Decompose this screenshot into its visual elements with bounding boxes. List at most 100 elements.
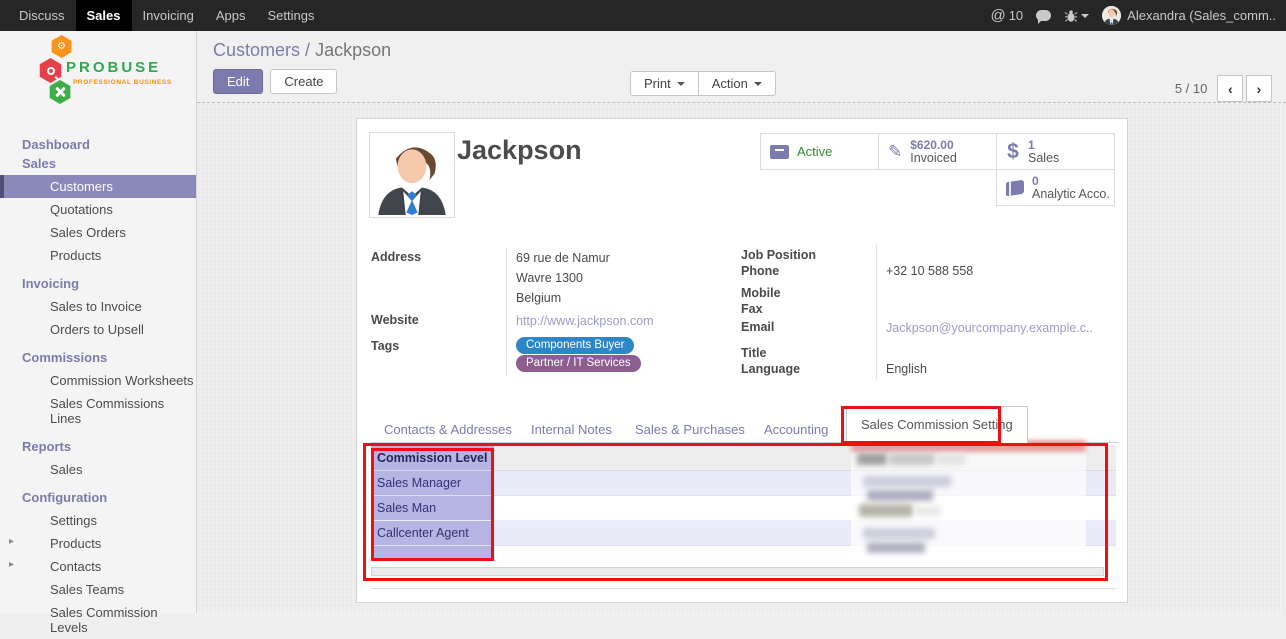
address-line-3: Belgium [516, 291, 561, 305]
chat-bubble-icon[interactable] [1036, 10, 1051, 21]
pager-previous-button[interactable]: ‹ [1217, 75, 1243, 102]
job-position-label: Job Position [741, 248, 816, 262]
chevron-down-icon [1081, 14, 1089, 22]
email-link[interactable]: Jackpson@yourcompany.example.c.. [886, 321, 1093, 335]
magnifier-hexagon-icon [38, 58, 63, 83]
sidebar-item-products[interactable]: Products [0, 244, 196, 267]
analytic-accounts-stat-button[interactable]: 0 Analytic Acco... [996, 169, 1115, 206]
commission-levels-table: Commission Level Sales Manager Sales Man… [371, 445, 1116, 576]
edit-button[interactable]: Edit [213, 69, 263, 94]
invoiced-value: $620.00 [910, 139, 957, 152]
tools-hexagon-icon [48, 80, 72, 104]
notebook-tabs: Contacts & Addresses Internal Notes Sale… [371, 416, 1119, 443]
tab-accounting[interactable]: Accounting [764, 422, 828, 437]
stat-buttons: Active ✎ $620.00 Invoiced $ [759, 133, 1115, 206]
analytic-label: Analytic Acco... [1032, 188, 1110, 201]
menu-apps[interactable]: Apps [205, 0, 257, 31]
dollar-icon: $ [1006, 140, 1020, 164]
expand-caret-icon: ▸ [9, 559, 14, 570]
sales-stat-button[interactable]: $ 1 Sales [996, 133, 1115, 170]
sidebar-item-sales-to-invoice[interactable]: Sales to Invoice [0, 295, 196, 318]
breadcrumb-customers-link[interactable]: Customers [213, 40, 300, 60]
sidebar-item-reports-sales[interactable]: Sales [0, 458, 196, 481]
tab-sales-purchases[interactable]: Sales & Purchases [635, 422, 745, 437]
sidebar-item-settings[interactable]: Settings [0, 509, 196, 532]
menu-discuss[interactable]: Discuss [8, 0, 76, 31]
phone-label: Phone [741, 264, 779, 278]
sidebar-item-customers[interactable]: Customers [0, 175, 196, 198]
table-row[interactable]: Sales Man [371, 496, 1116, 521]
breadcrumb-separator: / [305, 40, 310, 60]
sidebar-header-reports[interactable]: Reports [0, 430, 196, 458]
record-title: Jackpson [457, 135, 582, 166]
table-row[interactable]: Sales Manager [371, 471, 1116, 496]
sidebar-header-dashboard[interactable]: Dashboard [0, 133, 196, 156]
tab-contacts-addresses[interactable]: Contacts & Addresses [384, 422, 512, 437]
record-pager: 5 / 10 ‹ › [1175, 75, 1272, 102]
invoiced-label: Invoiced [910, 152, 957, 165]
website-label: Website [371, 313, 419, 327]
address-label: Address [371, 250, 421, 264]
debug-menu[interactable] [1064, 9, 1089, 23]
sidebar-header-sales[interactable]: Sales [0, 156, 196, 175]
field-separator [876, 245, 877, 379]
sidebar-header-invoicing[interactable]: Invoicing [0, 267, 196, 295]
active-stat-button[interactable]: Active [760, 133, 879, 170]
table-row[interactable]: Callcenter Agent [371, 521, 1116, 546]
sidebar: ⚙ PROBUSE PROFESSIONAL BUSINESS Dashboar… [0, 31, 197, 613]
pencil-icon: ✎ [888, 142, 902, 162]
sidebar-item-quotations[interactable]: Quotations [0, 198, 196, 221]
sidebar-item-sales-orders[interactable]: Sales Orders [0, 221, 196, 244]
table-header-row: Commission Level [371, 445, 1116, 471]
email-label: Email [741, 320, 774, 334]
top-navigation-bar: Discuss Sales Invoicing Apps Settings @ … [0, 0, 1286, 31]
mentions-counter[interactable]: @ 10 [990, 7, 1023, 24]
tags-label: Tags [371, 339, 399, 353]
sidebar-item-config-contacts[interactable]: ▸ Contacts [0, 555, 196, 578]
logo-name: PROBUSE [66, 59, 161, 76]
menu-sales[interactable]: Sales [76, 0, 132, 31]
user-menu[interactable]: Alexandra (Sales_comm.. [1102, 6, 1276, 25]
tag-components-buyer: Components Buyer [516, 337, 634, 354]
sidebar-item-config-products[interactable]: ▸ Products [0, 532, 196, 555]
fax-label: Fax [741, 302, 763, 316]
sidebar-item-sales-commission-levels[interactable]: Sales Commission Levels [0, 601, 196, 639]
field-separator [506, 247, 507, 377]
pager-next-button[interactable]: › [1246, 75, 1272, 102]
sales-count-label: Sales [1028, 152, 1059, 165]
sidebar-item-sales-commissions-lines[interactable]: Sales Commissions Lines [0, 392, 196, 430]
language-value: English [886, 362, 927, 376]
customer-photo [369, 132, 455, 218]
sidebar-item-orders-to-upsell[interactable]: Orders to Upsell [0, 318, 196, 341]
expand-caret-icon: ▸ [9, 536, 14, 547]
action-label: Action [712, 76, 748, 91]
website-link[interactable]: http://www.jackpson.com [516, 314, 654, 328]
tab-internal-notes[interactable]: Internal Notes [531, 422, 612, 437]
customer-form-sheet: Jackpson Active ✎ $620.00 Invoiced [356, 118, 1128, 603]
probuse-logo: ⚙ PROBUSE PROFESSIONAL BUSINESS [0, 31, 196, 133]
tag-partner-it-services: Partner / IT Services [516, 355, 641, 372]
sidebar-item-label: Products [50, 536, 101, 551]
chevron-down-icon [754, 82, 762, 90]
archive-box-icon [770, 145, 789, 159]
commission-level-cell: Sales Man [371, 496, 494, 520]
sidebar-header-commissions[interactable]: Commissions [0, 341, 196, 369]
sidebar-header-configuration[interactable]: Configuration [0, 481, 196, 509]
table-row[interactable] [371, 546, 1116, 559]
book-icon [1006, 179, 1024, 196]
sidebar-item-commission-worksheets[interactable]: Commission Worksheets [0, 369, 196, 392]
sidebar-item-sales-teams[interactable]: Sales Teams [0, 578, 196, 601]
mobile-label: Mobile [741, 286, 781, 300]
analytic-value: 0 [1032, 175, 1110, 188]
action-dropdown-button[interactable]: Action [698, 71, 776, 96]
menu-settings[interactable]: Settings [256, 0, 325, 31]
tab-sales-commission-setting[interactable]: Sales Commission Setting [846, 406, 1028, 443]
chevron-down-icon [677, 82, 685, 90]
print-dropdown-button[interactable]: Print [630, 71, 699, 96]
table-footer-strip [371, 567, 1104, 576]
gear-hexagon-icon: ⚙ [50, 35, 73, 58]
menu-invoicing[interactable]: Invoicing [132, 0, 205, 31]
user-name: Alexandra (Sales_comm.. [1127, 8, 1276, 23]
invoiced-stat-button[interactable]: ✎ $620.00 Invoiced [878, 133, 997, 170]
create-button[interactable]: Create [270, 69, 337, 94]
